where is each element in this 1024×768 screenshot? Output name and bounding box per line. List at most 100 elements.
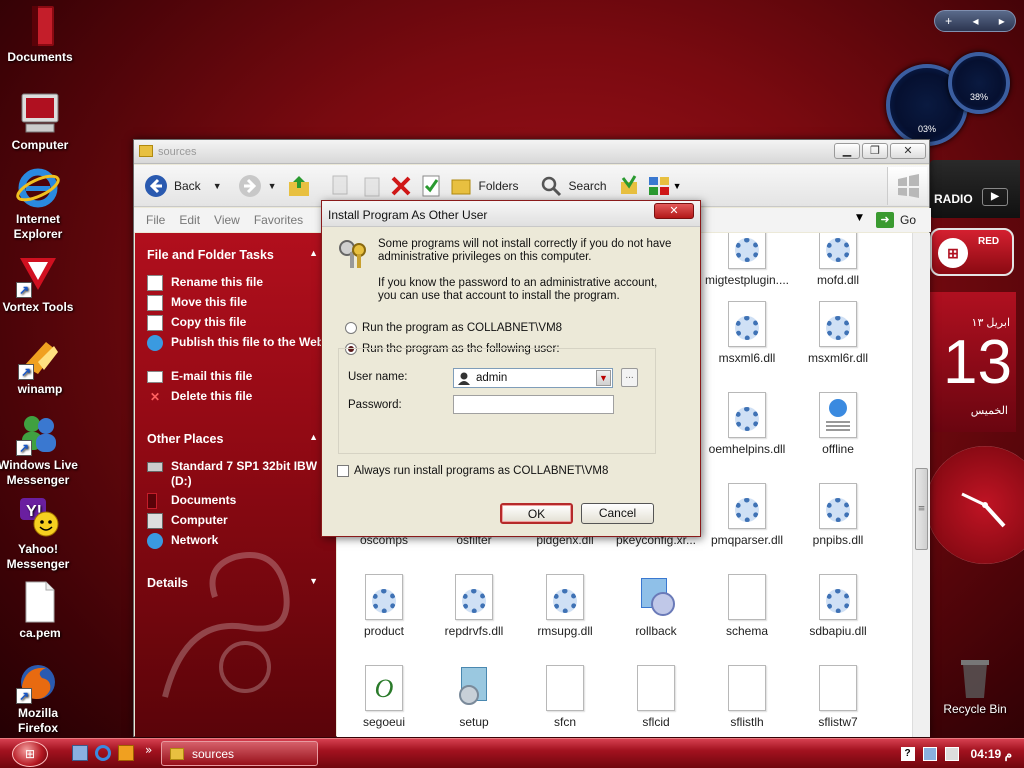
add-gadget-button[interactable]: +: [945, 14, 952, 28]
delete-icon[interactable]: [389, 174, 413, 198]
search-button[interactable]: Search: [539, 174, 607, 198]
maximize-button[interactable]: ❐: [862, 143, 888, 159]
quick-launch-more[interactable]: »: [145, 743, 152, 757]
cancel-button[interactable]: Cancel: [581, 503, 654, 524]
menu-view[interactable]: View: [214, 213, 240, 227]
radio-run-as-current[interactable]: Run the program as COLLABNET\VM8: [345, 322, 562, 334]
username-combobox[interactable]: admin ▼: [453, 368, 613, 388]
internet-explorer-icon[interactable]: [95, 745, 111, 761]
other-places-header[interactable]: Other Places ▲: [147, 432, 322, 446]
place-documents[interactable]: Documents: [147, 493, 327, 509]
views-icon[interactable]: [647, 174, 671, 198]
checkbox-box[interactable]: [337, 465, 349, 477]
desktop-icon-mozilla-firefox[interactable]: ↗ Mozilla Firefox: [0, 660, 78, 736]
go-button[interactable]: ➜ Go: [876, 211, 916, 229]
task-copy[interactable]: Copy this file: [147, 315, 327, 331]
prev-gadget-button[interactable]: ◂: [972, 14, 978, 28]
window-titlebar[interactable]: sources ▁ ❐ ✕: [134, 140, 929, 164]
close-button[interactable]: ✕: [890, 143, 926, 159]
volume-icon[interactable]: [944, 746, 959, 761]
task-publish[interactable]: Publish this file to the Web: [147, 335, 327, 351]
radio-button[interactable]: [345, 322, 357, 334]
task-delete[interactable]: ✕ Delete this file: [147, 389, 327, 405]
file-item[interactable]: sdbapiu.dll: [793, 574, 883, 638]
file-item[interactable]: schema: [702, 574, 792, 638]
file-item[interactable]: pnpibs.dll: [793, 483, 883, 547]
menu-favorites[interactable]: Favorites: [254, 213, 303, 227]
back-button[interactable]: Back ▼: [144, 174, 222, 198]
file-item[interactable]: sfcn: [520, 665, 610, 729]
file-item[interactable]: msxml6.dll: [702, 301, 792, 365]
up-folder-icon[interactable]: [287, 174, 311, 198]
desktop-icon-windows-live-messenger[interactable]: ↗ Windows Live Messenger: [0, 412, 78, 488]
network-icon[interactable]: [922, 746, 937, 761]
desktop-icon-winamp[interactable]: ↗ winamp: [0, 336, 80, 397]
file-item[interactable]: offline: [793, 392, 883, 456]
desktop-icon-internet-explorer[interactable]: Internet Explorer: [0, 166, 78, 242]
ok-button[interactable]: OK: [500, 503, 573, 524]
forward-button[interactable]: ▼: [238, 174, 277, 198]
file-item[interactable]: product: [339, 574, 429, 638]
taskbar-button-sources[interactable]: sources: [161, 741, 318, 766]
desktop-icon-yahoo-messenger[interactable]: Y! Yahoo! Messenger: [0, 496, 78, 572]
file-item[interactable]: mofd.dll: [793, 233, 883, 287]
chevron-down-icon[interactable]: ▼: [309, 576, 318, 586]
desktop-icon-ca-pem[interactable]: ca.pem: [0, 580, 80, 641]
properties-icon[interactable]: [419, 174, 443, 198]
file-item[interactable]: sflistlh: [702, 665, 792, 729]
always-run-checkbox[interactable]: Always run install programs as COLLABNET…: [337, 465, 608, 477]
vertical-scrollbar[interactable]: ≡: [912, 233, 930, 737]
desktop-icon-vortex-tools[interactable]: ↗ Vortex Tools: [0, 254, 78, 315]
folders-button[interactable]: Folders: [449, 174, 519, 198]
chevron-down-icon[interactable]: ▼: [268, 181, 277, 191]
media-player-icon[interactable]: [118, 745, 134, 761]
file-item[interactable]: O segoeui: [339, 665, 429, 729]
file-item[interactable]: repdrvfs.dll: [429, 574, 519, 638]
file-item[interactable]: oemhelpins.dll: [702, 392, 792, 456]
radio-gadget[interactable]: RADIO ▶: [930, 160, 1020, 218]
menu-edit[interactable]: Edit: [179, 213, 200, 227]
desktop-icon-recycle-bin[interactable]: Recycle Bin: [935, 656, 1015, 717]
clock[interactable]: 04:19 م: [971, 747, 1012, 761]
menu-file[interactable]: File: [146, 213, 165, 227]
copy-to-icon[interactable]: [329, 174, 353, 198]
file-item[interactable]: rollback: [611, 574, 701, 638]
close-button[interactable]: ✕: [654, 203, 694, 219]
file-tasks-header[interactable]: File and Folder Tasks ▲: [147, 248, 322, 262]
file-item[interactable]: msxml6r.dll: [793, 301, 883, 365]
help-icon[interactable]: ?: [900, 746, 915, 761]
place-computer[interactable]: Computer: [147, 513, 327, 529]
move-to-icon[interactable]: [359, 174, 383, 198]
task-move[interactable]: Move this file: [147, 295, 327, 311]
media-gadget[interactable]: ⊞ RED: [930, 228, 1014, 276]
folder-options-icon[interactable]: [617, 174, 641, 198]
play-icon[interactable]: ▶: [982, 188, 1008, 206]
gadget-toolbar[interactable]: + ◂ ▸: [934, 10, 1016, 32]
install-as-user-dialog[interactable]: Install Program As Other User ✕ Some pro…: [321, 200, 701, 537]
chevron-down-icon[interactable]: ▼: [856, 213, 863, 223]
dialog-titlebar[interactable]: Install Program As Other User ✕: [322, 201, 700, 227]
file-item[interactable]: pmqparser.dll: [702, 483, 792, 547]
task-rename[interactable]: Rename this file: [147, 275, 327, 291]
chevron-down-icon[interactable]: ▼: [596, 370, 611, 386]
browse-users-button[interactable]: ...: [621, 368, 638, 387]
next-gadget-button[interactable]: ▸: [999, 14, 1005, 28]
file-item[interactable]: rmsupg.dll: [520, 574, 610, 638]
place-network[interactable]: Network: [147, 533, 327, 549]
minimize-button[interactable]: ▁: [834, 143, 860, 159]
start-button[interactable]: ⊞: [12, 741, 48, 767]
chevron-up-icon[interactable]: ▲: [309, 432, 318, 442]
place-drive-d[interactable]: Standard 7 SP1 32bit IBW (D:): [147, 459, 327, 489]
password-field[interactable]: [453, 395, 614, 414]
details-header[interactable]: Details ▼: [147, 576, 322, 590]
desktop-icon-computer[interactable]: Computer: [0, 92, 80, 153]
task-email[interactable]: E-mail this file: [147, 369, 327, 384]
chevron-down-icon[interactable]: ▼: [673, 181, 682, 191]
file-item[interactable]: setup: [429, 665, 519, 729]
chevron-down-icon[interactable]: ▼: [213, 181, 222, 191]
show-desktop-icon[interactable]: [72, 745, 88, 761]
chevron-up-icon[interactable]: ▲: [309, 248, 318, 258]
scrollbar-thumb[interactable]: ≡: [915, 468, 928, 550]
desktop-icon-documents[interactable]: Documents: [0, 4, 80, 65]
file-item[interactable]: sflcid: [611, 665, 701, 729]
